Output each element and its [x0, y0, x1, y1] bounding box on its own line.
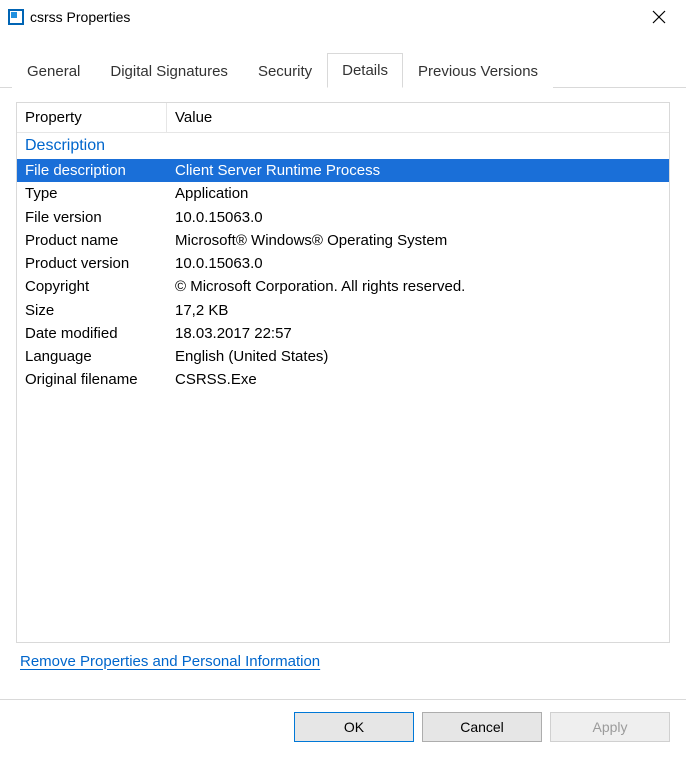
property-value: 18.03.2017 22:57 — [167, 322, 669, 345]
property-value: Application — [167, 182, 669, 205]
table-row[interactable]: Language English (United States) — [17, 345, 669, 368]
apply-button[interactable]: Apply — [550, 712, 670, 742]
remove-properties-link[interactable]: Remove Properties and Personal Informati… — [20, 653, 320, 670]
grid-spacer — [17, 392, 669, 642]
property-value: CSRSS.Exe — [167, 368, 669, 391]
grid-header: Property Value — [17, 103, 669, 133]
table-row[interactable]: Original filename CSRSS.Exe — [17, 368, 669, 391]
property-name: Original filename — [17, 368, 167, 391]
close-button[interactable] — [644, 5, 674, 29]
tab-security[interactable]: Security — [243, 54, 327, 88]
table-row[interactable]: File description Client Server Runtime P… — [17, 159, 669, 182]
section-description: Description — [17, 133, 669, 159]
property-value: 10.0.15063.0 — [167, 206, 669, 229]
property-name: Product name — [17, 229, 167, 252]
property-name: Language — [17, 345, 167, 368]
app-icon — [8, 9, 24, 25]
cancel-button[interactable]: Cancel — [422, 712, 542, 742]
window-title: csrss Properties — [30, 9, 130, 25]
table-row[interactable]: Size 17,2 KB — [17, 299, 669, 322]
property-value: © Microsoft Corporation. All rights rese… — [167, 275, 669, 298]
column-header-value[interactable]: Value — [167, 103, 669, 132]
property-name: Product version — [17, 252, 167, 275]
property-name: Date modified — [17, 322, 167, 345]
tab-general[interactable]: General — [12, 54, 95, 88]
table-row[interactable]: File version 10.0.15063.0 — [17, 206, 669, 229]
property-name: Type — [17, 182, 167, 205]
tab-content: Property Value Description File descript… — [0, 88, 686, 684]
table-row[interactable]: Copyright © Microsoft Corporation. All r… — [17, 275, 669, 298]
tab-previous-versions[interactable]: Previous Versions — [403, 54, 553, 88]
grid-body: File description Client Server Runtime P… — [17, 159, 669, 642]
property-name: Size — [17, 299, 167, 322]
titlebar: csrss Properties — [0, 0, 686, 34]
table-row[interactable]: Product name Microsoft® Windows® Operati… — [17, 229, 669, 252]
table-row[interactable]: Product version 10.0.15063.0 — [17, 252, 669, 275]
property-value: Client Server Runtime Process — [167, 159, 669, 182]
button-bar: OK Cancel Apply — [0, 699, 686, 742]
tab-digital-signatures[interactable]: Digital Signatures — [95, 54, 243, 88]
link-row: Remove Properties and Personal Informati… — [16, 643, 670, 674]
table-row[interactable]: Type Application — [17, 182, 669, 205]
property-name: Copyright — [17, 275, 167, 298]
property-value: English (United States) — [167, 345, 669, 368]
close-icon — [652, 10, 666, 24]
tab-details[interactable]: Details — [327, 53, 403, 88]
property-value: 10.0.15063.0 — [167, 252, 669, 275]
titlebar-left: csrss Properties — [8, 9, 130, 25]
column-header-property[interactable]: Property — [17, 103, 167, 132]
table-row[interactable]: Date modified 18.03.2017 22:57 — [17, 322, 669, 345]
property-name: File description — [17, 159, 167, 182]
property-name: File version — [17, 206, 167, 229]
property-value: Microsoft® Windows® Operating System — [167, 229, 669, 252]
properties-grid: Property Value Description File descript… — [16, 102, 670, 643]
tabstrip: General Digital Signatures Security Deta… — [0, 34, 686, 88]
property-value: 17,2 KB — [167, 299, 669, 322]
ok-button[interactable]: OK — [294, 712, 414, 742]
